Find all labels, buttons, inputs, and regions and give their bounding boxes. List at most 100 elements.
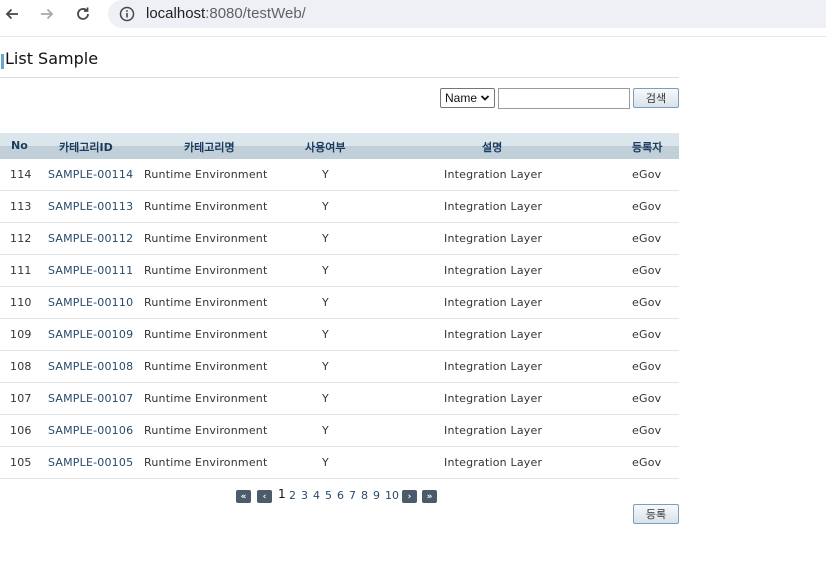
back-icon[interactable] — [0, 2, 24, 26]
chrome-separator — [0, 36, 826, 37]
table-row: 107 SAMPLE-00107 Runtime Environment Y Integ… — [0, 383, 679, 415]
table-header: No 카테고리ID 카테고리명 사용여부 설명 등록자 — [0, 133, 679, 159]
table-row: 106 SAMPLE-00106 Runtime Environment Y Integ… — [0, 415, 679, 447]
cell-category-id[interactable]: SAMPLE-00108 — [48, 360, 133, 373]
column-header-no: No — [11, 139, 28, 152]
cell-use-yn: Y — [322, 200, 329, 213]
cell-category-name: Runtime Environment — [144, 232, 268, 245]
cell-use-yn: Y — [322, 360, 329, 373]
page-link-8[interactable]: 8 — [361, 489, 368, 502]
page-link-2[interactable]: 2 — [289, 489, 296, 502]
cell-no: 106 — [10, 424, 32, 437]
cell-category-name: Runtime Environment — [144, 264, 268, 277]
cell-no: 107 — [10, 392, 32, 405]
page-link-9[interactable]: 9 — [373, 489, 380, 502]
cell-category-name: Runtime Environment — [144, 328, 268, 341]
url-host: localhost — [146, 5, 206, 22]
cell-category-name: Runtime Environment — [144, 424, 268, 437]
table-row: 109 SAMPLE-00109 Runtime Environment Y Integ… — [0, 319, 679, 351]
column-header-use-yn: 사용여부 — [305, 141, 346, 154]
page-link-4[interactable]: 4 — [313, 489, 320, 502]
next-page-icon[interactable]: › — [402, 490, 417, 503]
search-keyword-input[interactable] — [498, 88, 630, 109]
cell-registrant: eGov — [632, 296, 662, 309]
reload-icon[interactable] — [71, 2, 95, 26]
cell-category-id[interactable]: SAMPLE-00107 — [48, 392, 133, 405]
column-header-registrant: 등록자 — [632, 141, 663, 154]
title-marker — [1, 54, 4, 69]
page-link-3[interactable]: 3 — [301, 489, 308, 502]
register-button[interactable]: 등록 — [633, 504, 679, 524]
page-link-6[interactable]: 6 — [337, 489, 344, 502]
table-row: 108 SAMPLE-00108 Runtime Environment Y Integ… — [0, 351, 679, 383]
cell-no: 109 — [10, 328, 32, 341]
cell-registrant: eGov — [632, 328, 662, 341]
cell-description: Integration Layer — [444, 360, 543, 373]
page-link-1[interactable]: 1 — [278, 487, 286, 501]
cell-description: Integration Layer — [444, 264, 543, 277]
cell-description: Integration Layer — [444, 328, 543, 341]
cell-no: 105 — [10, 456, 32, 469]
cell-registrant: eGov — [632, 168, 662, 181]
cell-description: Integration Layer — [444, 200, 543, 213]
cell-category-id[interactable]: SAMPLE-00106 — [48, 424, 133, 437]
table-row: 105 SAMPLE-00105 Runtime Environment Y Integ… — [0, 447, 679, 479]
cell-use-yn: Y — [322, 456, 329, 469]
cell-category-id[interactable]: SAMPLE-00114 — [48, 168, 133, 181]
cell-registrant: eGov — [632, 264, 662, 277]
cell-registrant: eGov — [632, 456, 662, 469]
cell-use-yn: Y — [322, 424, 329, 437]
url-text: localhost:8080/testWeb/ — [146, 5, 306, 22]
first-page-icon[interactable]: « — [236, 490, 251, 503]
page-link-5[interactable]: 5 — [325, 489, 332, 502]
cell-category-name: Runtime Environment — [144, 168, 268, 181]
last-page-icon[interactable]: » — [422, 490, 437, 503]
site-info-icon[interactable] — [117, 4, 137, 24]
cell-description: Integration Layer — [444, 456, 543, 469]
table-row: 110 SAMPLE-00110 Runtime Environment Y Integ… — [0, 287, 679, 319]
chevron-down-icon — [480, 92, 490, 107]
cell-category-id[interactable]: SAMPLE-00113 — [48, 200, 133, 213]
title-divider — [0, 77, 679, 78]
cell-category-id[interactable]: SAMPLE-00110 — [48, 296, 133, 309]
table-row: 111 SAMPLE-00111 Runtime Environment Y Integ… — [0, 255, 679, 287]
page-link-7[interactable]: 7 — [349, 489, 356, 502]
cell-use-yn: Y — [322, 168, 329, 181]
cell-registrant: eGov — [632, 232, 662, 245]
column-header-category-name: 카테고리명 — [184, 141, 235, 154]
cell-no: 108 — [10, 360, 32, 373]
cell-use-yn: Y — [322, 232, 329, 245]
table-row: 114 SAMPLE-00114 Runtime Environment Y Integ… — [0, 159, 679, 191]
search-condition-select[interactable]: Name — [440, 88, 495, 108]
cell-category-id[interactable]: SAMPLE-00105 — [48, 456, 133, 469]
column-header-description: 설명 — [482, 141, 503, 154]
cell-description: Integration Layer — [444, 232, 543, 245]
cell-registrant: eGov — [632, 392, 662, 405]
search-button[interactable]: 검색 — [633, 88, 679, 108]
cell-category-id[interactable]: SAMPLE-00112 — [48, 232, 133, 245]
address-bar[interactable]: localhost:8080/testWeb/ — [108, 0, 826, 28]
cell-category-name: Runtime Environment — [144, 296, 268, 309]
cell-category-id[interactable]: SAMPLE-00109 — [48, 328, 133, 341]
cell-no: 112 — [10, 232, 32, 245]
cell-category-id[interactable]: SAMPLE-00111 — [48, 264, 133, 277]
cell-registrant: eGov — [632, 360, 662, 373]
page-title: List Sample — [5, 49, 99, 68]
cell-category-name: Runtime Environment — [144, 456, 268, 469]
cell-use-yn: Y — [322, 264, 329, 277]
cell-no: 113 — [10, 200, 32, 213]
cell-registrant: eGov — [632, 424, 662, 437]
cell-category-name: Runtime Environment — [144, 392, 268, 405]
cell-use-yn: Y — [322, 392, 329, 405]
page-link-10[interactable]: 10 — [385, 489, 399, 502]
table-row: 112 SAMPLE-00112 Runtime Environment Y Integ… — [0, 223, 679, 255]
cell-use-yn: Y — [322, 328, 329, 341]
prev-page-icon[interactable]: ‹ — [257, 490, 272, 503]
cell-description: Integration Layer — [444, 168, 543, 181]
forward-icon[interactable] — [35, 2, 59, 26]
column-header-category-id: 카테고리ID — [59, 141, 113, 154]
browser-toolbar: localhost:8080/testWeb/ — [0, 0, 826, 28]
cell-no: 111 — [10, 264, 32, 277]
cell-no: 110 — [10, 296, 32, 309]
cell-registrant: eGov — [632, 200, 662, 213]
